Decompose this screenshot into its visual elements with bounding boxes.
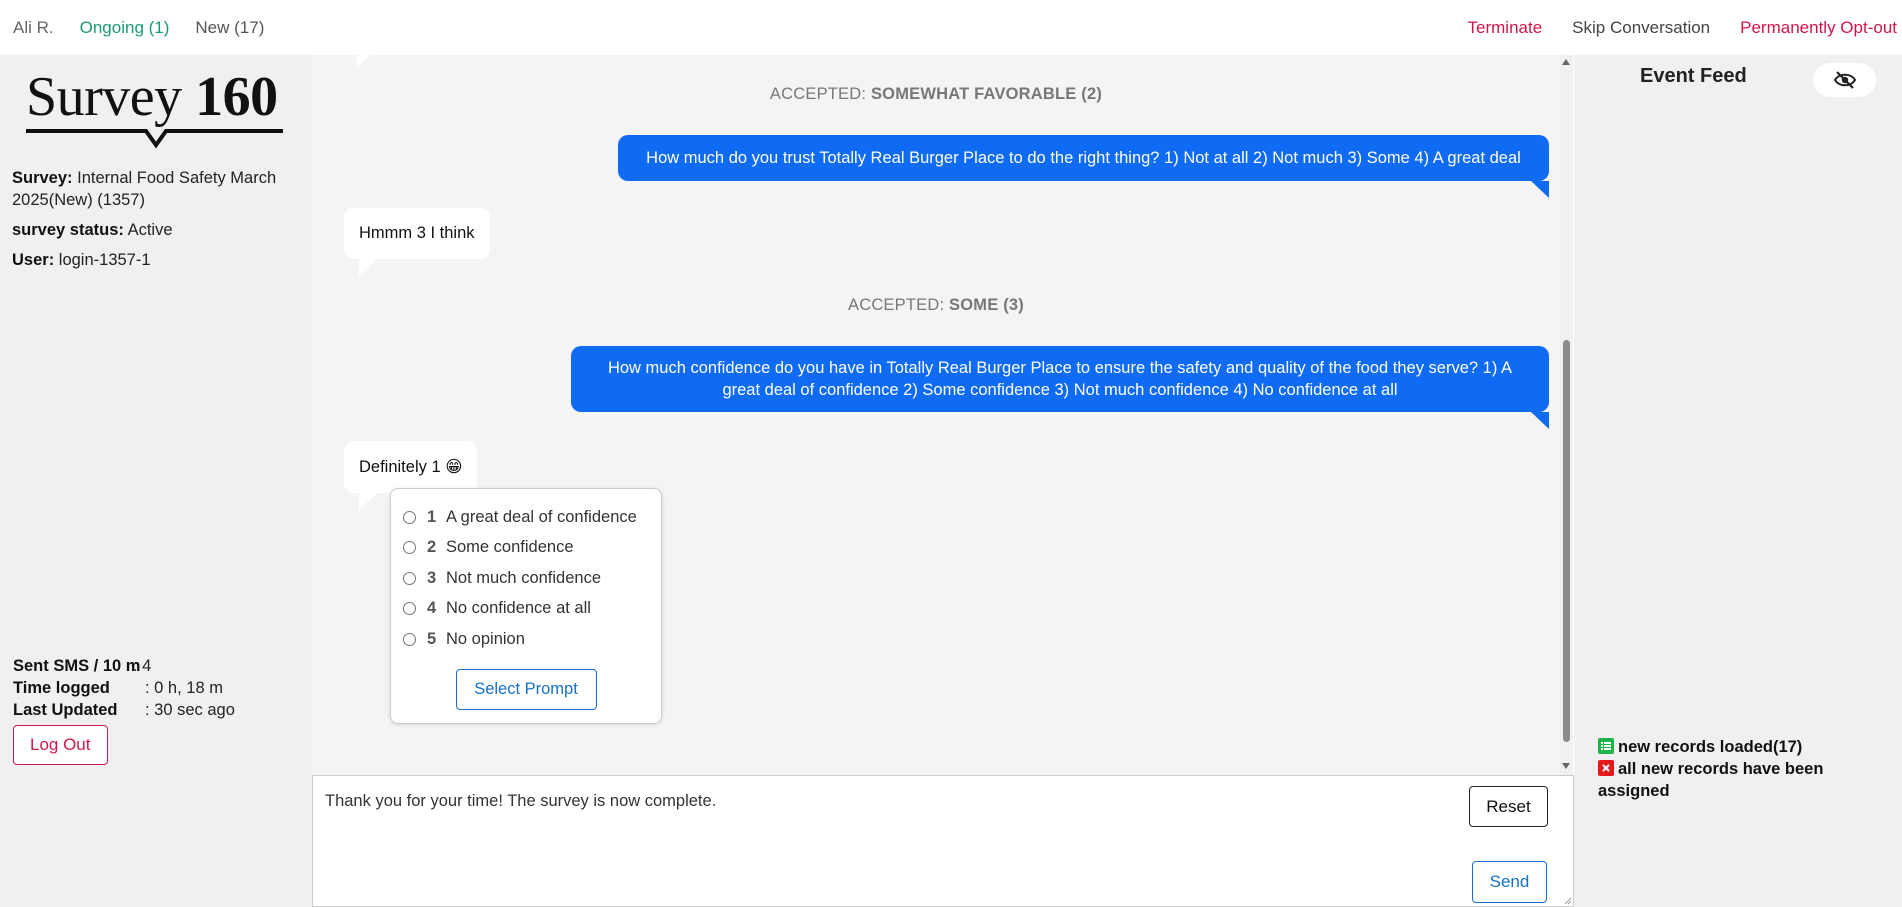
outgoing-message-text: How much do you trust Totally Real Burge… xyxy=(646,149,1521,167)
option-number: 2 xyxy=(427,538,437,557)
accepted-prefix: ACCEPTED: xyxy=(848,296,945,314)
option-number: 4 xyxy=(427,599,437,618)
accepted-label: ACCEPTED: SOMEWHAT FAVORABLE (2) xyxy=(312,85,1560,104)
event-feed-list: new records loaded(17) all new records h… xyxy=(1598,736,1888,802)
option-number: 5 xyxy=(427,629,437,648)
accepted-label: ACCEPTED: SOME (3) xyxy=(312,296,1560,315)
outgoing-message: How much do you trust Totally Real Burge… xyxy=(618,135,1549,198)
prompt-option[interactable]: 2 Some confidence xyxy=(403,533,649,564)
logout-button[interactable]: Log Out xyxy=(13,725,108,765)
user-info: User: login-1357-1 xyxy=(12,249,300,271)
survey-info: Survey: Internal Food Safety March 2025(… xyxy=(12,167,300,211)
stat-row: Sent SMS / 10 m : 4 xyxy=(13,655,235,677)
top-bar: Ali R. Ongoing (1) New (17) Terminate Sk… xyxy=(0,0,1902,55)
stat-value: : 0 h, 18 m xyxy=(145,679,223,697)
accepted-value: SOME (3) xyxy=(949,296,1024,314)
incoming-message: Hmmm 3 I think xyxy=(344,208,490,276)
outgoing-message-text: How much confidence do you have in Total… xyxy=(607,359,1513,399)
resize-grip-icon[interactable] xyxy=(1563,896,1572,905)
skip-conversation-link[interactable]: Skip Conversation xyxy=(1572,18,1710,38)
nav-new-tab[interactable]: New (17) xyxy=(195,18,264,38)
reset-button[interactable]: Reset xyxy=(1469,786,1548,827)
option-label: No confidence at all xyxy=(446,599,591,618)
nav-user[interactable]: Ali R. xyxy=(13,18,54,38)
radio-button[interactable] xyxy=(403,632,416,646)
stat-value: : 4 xyxy=(133,657,152,675)
stat-key: Last Updated xyxy=(13,701,118,719)
incoming-message-text: Hmmm 3 I think xyxy=(359,224,475,242)
outgoing-message: How much confidence do you have in Total… xyxy=(571,346,1549,429)
opt-out-link[interactable]: Permanently Opt-out xyxy=(1740,18,1897,38)
prompt-option[interactable]: 1 A great deal of confidence xyxy=(403,502,649,533)
prompt-option[interactable]: 5 No opinion xyxy=(403,624,649,655)
incoming-message: Definitely 1 😁 xyxy=(344,441,478,510)
accepted-prefix: ACCEPTED: xyxy=(769,85,867,103)
send-button[interactable]: Send xyxy=(1472,861,1547,903)
logo-text-bold: 160 xyxy=(195,66,278,128)
radio-button[interactable] xyxy=(403,510,416,524)
incoming-message-text: Definitely 1 😁 xyxy=(359,458,463,476)
option-label: A great deal of confidence xyxy=(446,507,637,526)
logo-text-light: Survey xyxy=(26,66,182,128)
event-feed-text: all new records have been assigned xyxy=(1598,760,1824,800)
error-icon xyxy=(1598,760,1614,776)
prompt-option[interactable]: 4 No confidence at all xyxy=(403,594,649,625)
user-label: User: xyxy=(12,251,55,269)
stat-row: Last Updated : 30 sec ago xyxy=(13,699,235,721)
accepted-value: SOMEWHAT FAVORABLE (2) xyxy=(870,85,1103,103)
radio-button[interactable] xyxy=(403,571,416,585)
option-number: 3 xyxy=(427,568,437,587)
sidebar: Survey 160 Survey: Internal Food Safety … xyxy=(0,55,312,907)
user-value: login-1357-1 xyxy=(58,251,151,269)
chat-scrollbar[interactable] xyxy=(1560,55,1573,775)
option-label: Not much confidence xyxy=(446,568,602,587)
eye-slash-icon xyxy=(1833,71,1856,89)
stat-row: Time logged : 0 h, 18 m xyxy=(13,677,235,699)
hide-feed-button[interactable] xyxy=(1813,63,1876,97)
survey-label: Survey: xyxy=(12,169,73,187)
select-prompt-button[interactable]: Select Prompt xyxy=(455,668,597,710)
option-label: No opinion xyxy=(446,629,525,648)
prompt-options-card: 1 A great deal of confidence 2 Some conf… xyxy=(390,488,662,724)
status-value: Active xyxy=(127,221,173,239)
stat-key: Sent SMS / 10 m xyxy=(13,657,141,675)
scroll-up-arrow-icon[interactable] xyxy=(1562,59,1570,65)
prompt-option[interactable]: 3 Not much confidence xyxy=(403,563,649,594)
stat-key: Time logged xyxy=(13,679,110,697)
compose-text[interactable]: Thank you for your time! The survey is n… xyxy=(325,792,716,811)
radio-button[interactable] xyxy=(403,602,416,616)
stat-value: : 30 sec ago xyxy=(145,701,235,719)
option-number: 1 xyxy=(427,507,437,526)
event-feed-panel: Event Feed new records loaded(17) all ne… xyxy=(1574,55,1902,907)
event-feed-item: new records loaded(17) xyxy=(1598,736,1888,758)
event-feed-item: all new records have been assigned xyxy=(1598,758,1888,802)
status-info: survey status: Active xyxy=(12,219,300,241)
nav-ongoing-tab[interactable]: Ongoing (1) xyxy=(80,18,170,38)
bubble-tail xyxy=(357,55,371,67)
event-feed-title: Event Feed xyxy=(1640,65,1747,87)
scroll-down-arrow-icon[interactable] xyxy=(1562,763,1570,769)
stats-panel: Sent SMS / 10 m : 4 Time logged : 0 h, 1… xyxy=(13,655,235,765)
status-label: survey status: xyxy=(12,221,124,239)
conversation-thread: ACCEPTED: SOMEWHAT FAVORABLE (2) How muc… xyxy=(312,55,1560,775)
logo-speech-tail-icon xyxy=(26,129,283,149)
scrollbar-thumb[interactable] xyxy=(1563,340,1570,742)
survey160-logo: Survey 160 xyxy=(26,69,296,161)
list-icon xyxy=(1598,738,1614,754)
radio-button[interactable] xyxy=(403,541,416,555)
terminate-link[interactable]: Terminate xyxy=(1468,18,1543,38)
message-compose-box[interactable]: Thank you for your time! The survey is n… xyxy=(312,775,1574,907)
option-label: Some confidence xyxy=(446,538,574,557)
event-feed-text: new records loaded(17) xyxy=(1618,738,1803,756)
